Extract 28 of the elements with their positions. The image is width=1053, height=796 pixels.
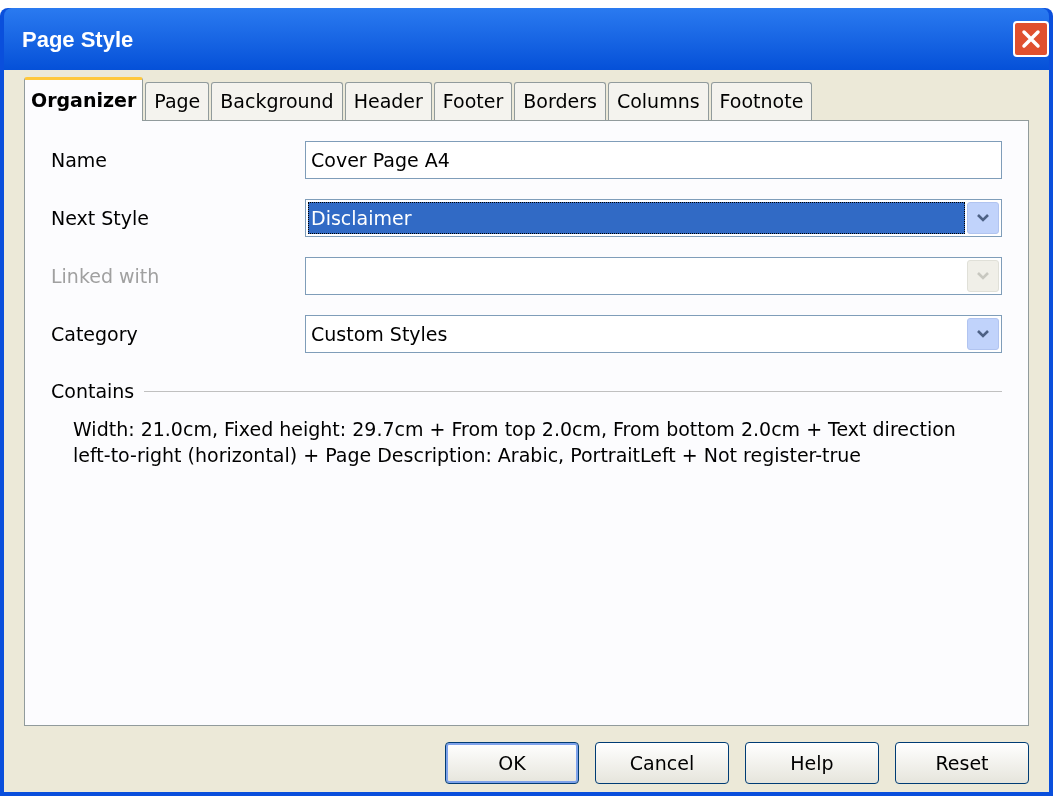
- tab[interactable]: Page: [145, 82, 210, 120]
- dialog-button[interactable]: Cancel: [595, 742, 729, 784]
- close-button[interactable]: [1013, 21, 1049, 57]
- dropdown-field[interactable]: [305, 257, 1002, 295]
- chevron-down-icon: [967, 202, 999, 234]
- contents-description: Width: 21.0cm, Fixed height: 29.7cm + From top 2.0cm, From bottom 2.0cm + Text direction left-to-right (horizontal) + Page Description: Arabic, PortraitLeft + Not register-true: [72, 416, 957, 468]
- dialog-button[interactable]: Help: [745, 742, 879, 784]
- field-label: Linked with: [51, 263, 161, 289]
- dropdown-field[interactable]: Custom Styles: [305, 315, 1002, 353]
- close-icon: [1021, 29, 1041, 49]
- window-title: Page Style: [22, 25, 134, 54]
- tab[interactable]: Columns: [607, 82, 709, 120]
- chevron-down-icon: [967, 318, 999, 350]
- dialog-button[interactable]: Reset: [895, 742, 1029, 784]
- field-label: Name: [51, 147, 109, 173]
- field-label: Category: [51, 321, 139, 347]
- input-field[interactable]: Cover Page A4: [305, 141, 1002, 179]
- dialog-button[interactable]: OK: [445, 742, 579, 784]
- section-heading: Contains: [51, 379, 135, 404]
- tab[interactable]: Footnote: [710, 82, 813, 120]
- chevron-down-icon: [967, 260, 999, 292]
- tab[interactable]: Footer: [433, 82, 513, 120]
- tab[interactable]: Borders: [514, 82, 606, 120]
- tab[interactable]: Header: [344, 82, 432, 120]
- field-label: Next Style: [51, 205, 151, 231]
- tab[interactable]: Background: [211, 82, 343, 120]
- dropdown-field[interactable]: Disclaimer: [305, 199, 1002, 237]
- tab[interactable]: Organizer: [24, 77, 144, 121]
